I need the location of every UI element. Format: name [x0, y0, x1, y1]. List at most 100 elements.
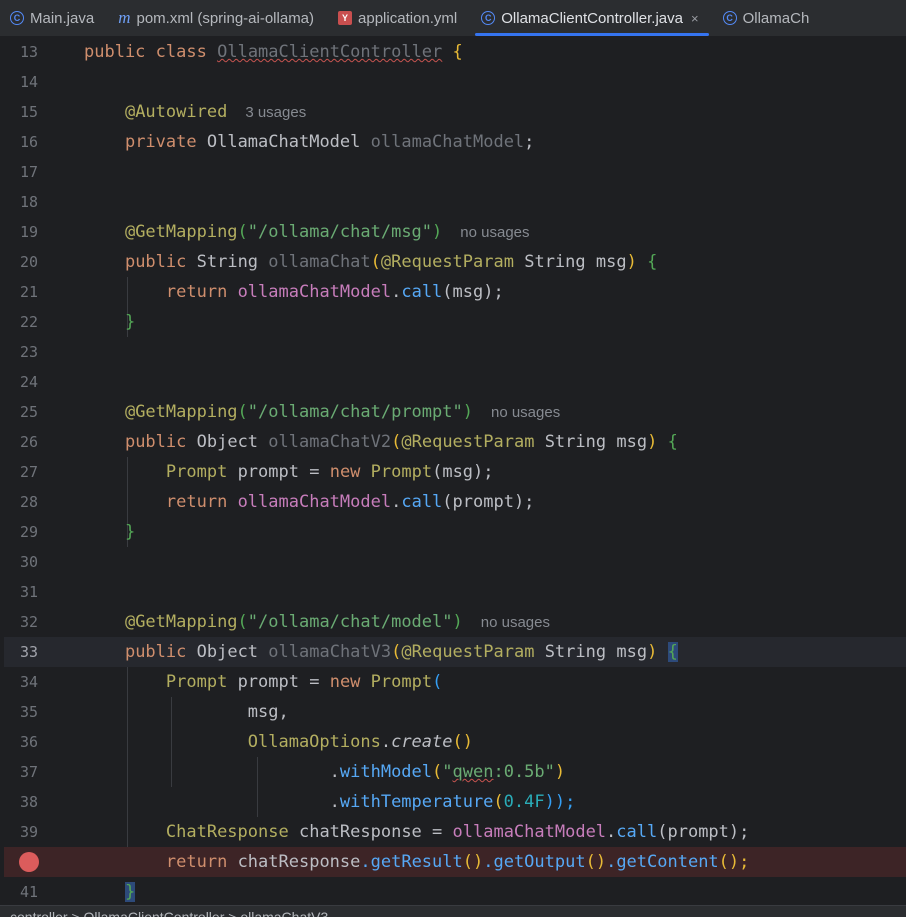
- code-text: }: [124, 312, 136, 332]
- code-line[interactable]: 23: [0, 337, 906, 367]
- class-c-icon: C: [10, 11, 24, 25]
- breadcrumb[interactable]: controller > OllamaClientController > ol…: [0, 905, 906, 917]
- code-text: return ollamaChatModel.call(msg);: [165, 282, 504, 302]
- tab-ollama-client-controller[interactable]: C OllamaClientController.java ×: [471, 0, 713, 36]
- code-line[interactable]: 37 .withModel("qwen:0.5b"): [0, 757, 906, 787]
- tab-pom-xml[interactable]: m pom.xml (spring-ai-ollama): [108, 0, 328, 36]
- line-number: 37: [19, 763, 38, 781]
- code-text: OllamaOptions.create(): [247, 732, 473, 752]
- code-text: public Object ollamaChatV2(@RequestParam…: [124, 432, 678, 452]
- line-number: 23: [19, 343, 38, 361]
- tab-main-java[interactable]: C Main.java: [0, 0, 108, 36]
- matched-brace: }: [124, 882, 136, 902]
- line-number: 15: [19, 103, 38, 121]
- tab-label: OllamaCh: [742, 9, 810, 27]
- code-editor[interactable]: 13 public class OllamaClientController {…: [0, 37, 906, 905]
- line-number: 25: [19, 403, 38, 421]
- line-number: 14: [19, 73, 38, 91]
- code-text: Prompt prompt = new Prompt(: [165, 672, 443, 692]
- code-line[interactable]: 31: [0, 577, 906, 607]
- code-line[interactable]: 39 ChatResponse chatResponse = ollamaCha…: [0, 817, 906, 847]
- code-text: return ollamaChatModel.call(prompt);: [165, 492, 535, 512]
- line-number: 26: [19, 433, 38, 451]
- line-number: 27: [19, 463, 38, 481]
- code-line[interactable]: 27 Prompt prompt = new Prompt(msg);: [0, 457, 906, 487]
- code-line[interactable]: 26 public Object ollamaChatV2(@RequestPa…: [0, 427, 906, 457]
- tab-ollama-ch[interactable]: C OllamaCh: [713, 0, 824, 36]
- line-number: 22: [19, 313, 38, 331]
- code-line[interactable]: 21 return ollamaChatModel.call(msg);: [0, 277, 906, 307]
- line-number: 30: [19, 553, 38, 571]
- line-number: 19: [19, 223, 38, 241]
- code-text: @Autowired 3 usages: [124, 102, 307, 122]
- breakpoint-icon[interactable]: [19, 852, 39, 872]
- gutter-edge: [0, 37, 4, 905]
- line-number: 13: [19, 43, 38, 61]
- line-number: 39: [19, 823, 38, 841]
- usages-hint[interactable]: no usages: [481, 614, 550, 631]
- code-line[interactable]: 35 msg,: [0, 697, 906, 727]
- code-line[interactable]: 14: [0, 67, 906, 97]
- code-line[interactable]: 19 @GetMapping("/ollama/chat/msg") no usa…: [0, 217, 906, 247]
- code-text: @GetMapping("/ollama/chat/prompt") no usa…: [124, 402, 561, 422]
- code-text: private OllamaChatModel ollamaChatModel;: [124, 132, 535, 152]
- maven-m-icon: m: [118, 8, 131, 27]
- line-number: 20: [19, 253, 38, 271]
- code-text: .withModel("qwen:0.5b"): [329, 762, 566, 782]
- code-line[interactable]: 34 Prompt prompt = new Prompt(: [0, 667, 906, 697]
- code-text: msg,: [247, 702, 289, 722]
- code-line[interactable]: 17: [0, 157, 906, 187]
- code-line[interactable]: 16 private OllamaChatModel ollamaChatMod…: [0, 127, 906, 157]
- code-text: public Object ollamaChatV3(@RequestParam…: [124, 642, 678, 662]
- line-number: 18: [19, 193, 38, 211]
- code-text: @GetMapping("/ollama/chat/model") no usag…: [124, 612, 550, 632]
- line-number: 41: [19, 883, 38, 901]
- code-line[interactable]: 30: [0, 547, 906, 577]
- code-text: public class OllamaClientController {: [84, 42, 463, 62]
- line-number: 16: [19, 133, 38, 151]
- code-line[interactable]: 25 @GetMapping("/ollama/chat/prompt") no …: [0, 397, 906, 427]
- code-line[interactable]: 32 @GetMapping("/ollama/chat/model") no u…: [0, 607, 906, 637]
- line-number: 38: [19, 793, 38, 811]
- usages-hint[interactable]: no usages: [460, 224, 529, 241]
- code-line[interactable]: 41 }: [0, 877, 906, 907]
- code-line[interactable]: 15 @Autowired 3 usages: [0, 97, 906, 127]
- code-line[interactable]: 36 OllamaOptions.create(): [0, 727, 906, 757]
- code-text: Prompt prompt = new Prompt(msg);: [165, 462, 494, 482]
- code-line[interactable]: 20 public String ollamaChat(@RequestPara…: [0, 247, 906, 277]
- code-text: ChatResponse chatResponse = ollamaChatMo…: [165, 822, 750, 842]
- tab-application-yml[interactable]: Y application.yml: [328, 0, 471, 36]
- line-number: 33: [19, 643, 38, 661]
- line-number: 29: [19, 523, 38, 541]
- line-number: 32: [19, 613, 38, 631]
- close-icon[interactable]: ×: [691, 11, 699, 26]
- class-c-icon: C: [481, 11, 496, 25]
- tab-label: pom.xml (spring-ai-ollama): [136, 9, 315, 27]
- code-line-current[interactable]: 33 public Object ollamaChatV3(@RequestPa…: [0, 637, 906, 667]
- code-text: }: [124, 522, 136, 542]
- code-line[interactable]: 29 }: [0, 517, 906, 547]
- usages-hint[interactable]: 3 usages: [245, 104, 306, 121]
- code-text: @GetMapping("/ollama/chat/msg") no usages: [124, 222, 530, 242]
- line-number: 31: [19, 583, 38, 601]
- code-text: public String ollamaChat(@RequestParam S…: [124, 252, 658, 272]
- line-number: 17: [19, 163, 38, 181]
- code-line[interactable]: 22 }: [0, 307, 906, 337]
- code-line[interactable]: 38 .withTemperature(0.4F));: [0, 787, 906, 817]
- line-number: 36: [19, 733, 38, 751]
- code-text: return chatResponse.getResult().getOutpu…: [165, 852, 750, 872]
- line-number: 21: [19, 283, 38, 301]
- line-number: 28: [19, 493, 38, 511]
- code-line[interactable]: 28 return ollamaChatModel.call(prompt);: [0, 487, 906, 517]
- editor-tab-bar: C Main.java m pom.xml (spring-ai-ollama)…: [0, 0, 906, 37]
- line-number: 34: [19, 673, 38, 691]
- code-line[interactable]: 24: [0, 367, 906, 397]
- code-line[interactable]: 18: [0, 187, 906, 217]
- yaml-icon: Y: [338, 11, 353, 25]
- tab-label: OllamaClientController.java: [501, 9, 683, 27]
- usages-hint[interactable]: no usages: [491, 404, 560, 421]
- line-number: 24: [19, 373, 38, 391]
- tab-label: application.yml: [358, 9, 458, 27]
- code-line-breakpoint[interactable]: return chatResponse.getResult().getOutpu…: [0, 847, 906, 877]
- code-line[interactable]: 13 public class OllamaClientController {: [0, 37, 906, 67]
